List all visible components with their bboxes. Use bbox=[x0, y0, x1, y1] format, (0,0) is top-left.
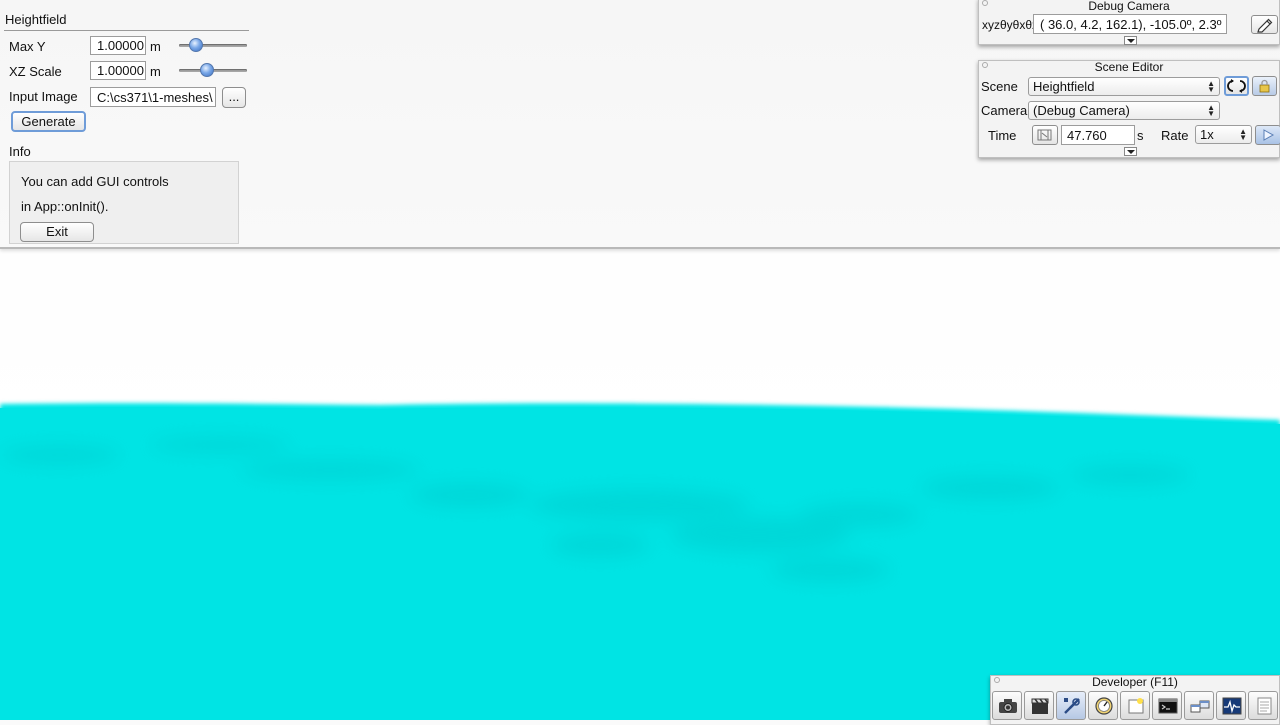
camera-label: Camera bbox=[981, 103, 1028, 118]
debug-camera-window: Debug Camera xyzθyθxθz ( 36.0, 4.2, 162.… bbox=[978, 0, 1280, 45]
browse-button[interactable]: ... bbox=[222, 87, 246, 108]
developer-tools-button[interactable] bbox=[1056, 691, 1086, 720]
screenshot-button[interactable] bbox=[992, 691, 1022, 720]
xz-scale-field[interactable]: 1.00000 bbox=[90, 61, 146, 80]
rate-label: Rate bbox=[1161, 128, 1189, 143]
reload-scene-button[interactable] bbox=[1224, 76, 1249, 96]
generate-button[interactable]: Generate bbox=[11, 111, 86, 132]
camera-coords-label: xyzθyθxθz bbox=[982, 18, 1039, 32]
lock-icon bbox=[1259, 79, 1270, 93]
max-y-field[interactable]: 1.00000 bbox=[90, 36, 146, 55]
info-caption: Info bbox=[9, 144, 31, 159]
heightfield-panel: Heightfield Max Y 1.00000 m XZ Scale 1.0… bbox=[0, 8, 250, 248]
heightfield-caption: Heightfield bbox=[5, 12, 67, 27]
info-text-line-2: in App::onInit(). bbox=[21, 199, 109, 214]
developer-toolbar: Developer (F11) bbox=[990, 675, 1280, 725]
scene-editor-window: Scene Editor Scene Heightfield ▲ ▼ Camera… bbox=[978, 60, 1280, 158]
console-button[interactable] bbox=[1152, 691, 1182, 720]
reload-icon bbox=[1227, 79, 1246, 93]
camera-dropdown-value: (Debug Camera) bbox=[1033, 103, 1130, 118]
scene-dropdown[interactable]: Heightfield ▲ ▼ bbox=[1028, 77, 1220, 96]
max-y-slider[interactable] bbox=[179, 38, 247, 52]
info-text-line-1: You can add GUI controls bbox=[21, 174, 169, 189]
slider-knob[interactable] bbox=[189, 38, 203, 52]
profiler-button[interactable] bbox=[1088, 691, 1118, 720]
xz-scale-slider[interactable] bbox=[179, 63, 247, 77]
pause-time-button[interactable] bbox=[1032, 125, 1058, 145]
updown-arrows-icon: ▲ ▼ bbox=[1207, 103, 1215, 118]
xz-scale-unit: m bbox=[150, 64, 161, 79]
scene-graph-icon bbox=[1190, 700, 1210, 713]
copy-camera-button[interactable] bbox=[1251, 15, 1278, 34]
play-icon bbox=[1263, 129, 1275, 141]
camera-coords-field[interactable]: ( 36.0, 4.2, 162.1), -105.0º, 2.3º bbox=[1033, 14, 1227, 34]
scene-label: Scene bbox=[981, 79, 1018, 94]
collapse-arrow-icon[interactable] bbox=[1124, 147, 1137, 156]
wrench-icon bbox=[1064, 698, 1080, 714]
input-image-label: Input Image bbox=[9, 89, 78, 104]
new-window-button[interactable] bbox=[1120, 691, 1150, 720]
max-y-label: Max Y bbox=[9, 39, 46, 54]
film-icon bbox=[1037, 129, 1052, 141]
camera-dropdown[interactable]: (Debug Camera) ▲ ▼ bbox=[1028, 101, 1220, 120]
info-box: You can add GUI controls in App::onInit(… bbox=[9, 161, 239, 244]
new-window-icon bbox=[1128, 698, 1144, 714]
scene-editor-title[interactable]: Scene Editor bbox=[979, 61, 1279, 74]
time-field[interactable]: 47.760 bbox=[1061, 125, 1135, 145]
max-y-unit: m bbox=[150, 39, 161, 54]
collapse-arrow-icon[interactable] bbox=[1124, 36, 1137, 45]
clapperboard-icon bbox=[1031, 698, 1049, 714]
time-label: Time bbox=[988, 128, 1017, 143]
video-record-button[interactable] bbox=[1024, 691, 1054, 720]
notepad-icon bbox=[1257, 697, 1272, 715]
exit-button[interactable]: Exit bbox=[20, 222, 94, 242]
slider-knob[interactable] bbox=[200, 63, 214, 77]
play-button[interactable] bbox=[1255, 125, 1280, 145]
scene-graph-button[interactable] bbox=[1184, 691, 1214, 720]
developer-title[interactable]: Developer (F11) bbox=[991, 676, 1279, 689]
debug-camera-title[interactable]: Debug Camera bbox=[979, 0, 1279, 13]
scene-dropdown-value: Heightfield bbox=[1033, 79, 1095, 94]
profiler-icon bbox=[1222, 697, 1242, 715]
log-button[interactable] bbox=[1248, 691, 1278, 720]
speedometer-icon bbox=[1095, 697, 1113, 715]
rate-dropdown-value: 1x bbox=[1200, 127, 1214, 142]
caption-divider bbox=[4, 30, 249, 31]
console-icon bbox=[1158, 698, 1178, 714]
lock-scene-button[interactable] bbox=[1252, 76, 1277, 96]
rate-dropdown[interactable]: 1x ▲ ▼ bbox=[1195, 125, 1252, 144]
updown-arrows-icon: ▲ ▼ bbox=[1239, 127, 1247, 142]
input-image-field[interactable]: C:\cs371\1-meshes\ bbox=[90, 87, 216, 107]
pencil-icon bbox=[1257, 18, 1273, 33]
updown-arrows-icon: ▲ ▼ bbox=[1207, 79, 1215, 94]
camera-icon bbox=[999, 699, 1017, 713]
profiler-graph-button[interactable] bbox=[1216, 691, 1246, 720]
time-unit: s bbox=[1137, 128, 1144, 143]
xz-scale-label: XZ Scale bbox=[9, 64, 62, 79]
